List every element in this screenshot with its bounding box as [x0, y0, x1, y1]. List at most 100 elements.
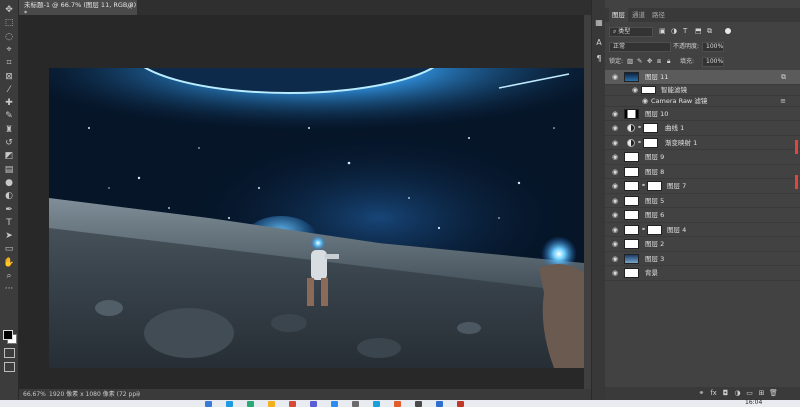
taskbar-app-icon[interactable] — [289, 401, 296, 407]
screen-mode-icon[interactable] — [4, 362, 15, 372]
filter-toggle[interactable] — [725, 28, 731, 34]
visibility-eye-icon[interactable]: ◉ — [641, 97, 649, 105]
camera-raw-filter-row[interactable]: ◉ Camera Raw 滤镜 ≡ — [605, 96, 800, 107]
path-select-tool-icon[interactable]: ➤ — [2, 230, 16, 242]
layer-name[interactable]: 图层 2 — [645, 237, 664, 251]
lock-position-icon[interactable]: ✥ — [647, 57, 652, 65]
visibility-eye-icon[interactable]: ◉ — [611, 110, 619, 118]
layer-filter-select[interactable]: ⌕ 类型 — [609, 27, 653, 37]
layer-row[interactable]: ◉ 背景 — [605, 266, 800, 281]
layer-name[interactable]: 背景 — [645, 266, 658, 280]
blur-tool-icon[interactable]: ● — [2, 177, 16, 189]
layer-thumbnail[interactable] — [624, 224, 639, 235]
layer-name[interactable]: 图层 3 — [645, 252, 664, 266]
visibility-eye-icon[interactable]: ◉ — [611, 226, 619, 234]
smart-filter-mask-thumbnail[interactable] — [641, 85, 656, 94]
layer-name[interactable]: 图层 11 — [645, 70, 668, 84]
rectangle-tool-icon[interactable]: ▭ — [2, 243, 16, 255]
visibility-eye-icon[interactable]: ◉ — [611, 168, 619, 176]
close-tab-icon[interactable]: × — [127, 3, 133, 11]
layer-row[interactable]: ◉ 图层 10 — [605, 107, 800, 121]
brush-tool-icon[interactable]: ✎ — [2, 110, 16, 122]
layer-row[interactable]: ◉ 图层 2 — [605, 237, 800, 252]
layer-thumbnail[interactable] — [624, 210, 639, 220]
document-tab[interactable]: 未标题-1 @ 66.7% (图层 11, RGB/8) * × — [19, 0, 137, 17]
zoom-level[interactable]: 66.67% — [23, 389, 46, 400]
type-tool-icon[interactable]: T — [2, 217, 16, 229]
tab-channels[interactable]: 通道 — [629, 8, 648, 22]
layer-mask-thumbnail[interactable] — [643, 123, 658, 133]
filter-pixel-icon[interactable]: ▣ — [659, 27, 666, 35]
scroll-gutter[interactable] — [584, 15, 591, 389]
marquee-tool-icon[interactable]: ⬚ — [2, 17, 16, 29]
layer-mask-thumbnail[interactable] — [647, 181, 662, 191]
gradient-tool-icon[interactable]: ▤ — [2, 164, 16, 176]
smart-filters-row[interactable]: ◉ 智能滤镜 — [605, 85, 800, 96]
fill-input[interactable]: 100% — [702, 57, 724, 67]
quick-select-tool-icon[interactable]: ⌖ — [2, 44, 16, 56]
layer-thumbnail[interactable] — [624, 108, 639, 119]
tab-paths[interactable]: 路径 — [649, 8, 668, 22]
frame-tool-icon[interactable]: ⊠ — [2, 71, 16, 83]
taskbar-app-icon[interactable] — [310, 401, 317, 407]
layer-row[interactable]: ◉ ⚭ 图层 4 — [605, 223, 800, 237]
taskbar-app-icon[interactable] — [436, 401, 443, 407]
clone-stamp-tool-icon[interactable]: ♜ — [2, 124, 16, 136]
layer-thumbnail[interactable] — [624, 195, 639, 206]
filter-options-icon[interactable]: ≡ — [780, 97, 786, 105]
filter-smart-object-icon[interactable]: ⧉ — [707, 27, 712, 36]
status-menu-arrow[interactable]: › — [137, 389, 139, 400]
history-brush-tool-icon[interactable]: ↺ — [2, 137, 16, 149]
tab-layers[interactable]: 图层 — [609, 8, 628, 22]
layer-thumbnail[interactable] — [624, 181, 639, 191]
taskbar-app-icon[interactable] — [268, 401, 275, 407]
taskbar-app-icon[interactable] — [247, 401, 254, 407]
dodge-tool-icon[interactable]: ◐ — [2, 190, 16, 202]
delete-layer-icon[interactable]: 🗑︎ — [769, 389, 778, 398]
taskbar-app-icon[interactable] — [226, 401, 233, 407]
layer-row[interactable]: ◉ 图层 5 — [605, 194, 800, 208]
layer-name[interactable]: 图层 7 — [667, 179, 686, 193]
layer-row[interactable]: ◉ ⚭ 曲线 1 — [605, 121, 800, 136]
layer-thumbnail[interactable] — [624, 268, 639, 278]
layer-mask-thumbnail[interactable] — [647, 224, 662, 235]
lock-transparency-icon[interactable]: ▨ — [627, 57, 633, 65]
crop-tool-icon[interactable]: ⌗ — [2, 57, 16, 69]
layer-row[interactable]: ◉ 图层 11 ⧉ — [605, 70, 800, 85]
visibility-eye-icon[interactable]: ◉ — [611, 240, 619, 248]
visibility-eye-icon[interactable]: ◉ — [611, 255, 619, 263]
history-panel-icon[interactable]: ▦ — [594, 18, 604, 28]
more-tools-icon[interactable]: ··· — [2, 283, 16, 295]
move-tool-icon[interactable]: ✥ — [2, 4, 16, 16]
layer-row[interactable]: ◉ ⚭ 渐变映射 1 — [605, 136, 800, 150]
paragraph-panel-icon[interactable]: ¶ — [594, 54, 604, 64]
layer-name[interactable]: 图层 5 — [645, 194, 664, 208]
quick-mask-icon[interactable] — [4, 348, 15, 358]
layer-row[interactable]: ◉ 图层 3 — [605, 252, 800, 266]
visibility-eye-icon[interactable]: ◉ — [611, 197, 619, 205]
visibility-eye-icon[interactable]: ◉ — [631, 86, 639, 94]
visibility-eye-icon[interactable]: ◉ — [611, 73, 619, 81]
filter-type-icon[interactable]: T — [683, 27, 687, 35]
taskbar-app-icon[interactable] — [352, 401, 359, 407]
layer-row[interactable]: ◉ ⚭ 图层 7 — [605, 179, 800, 194]
layer-style-icon[interactable]: fx — [709, 389, 718, 398]
lock-pixels-icon[interactable]: ✎ — [637, 57, 642, 65]
mask-link-icon[interactable]: ⚭ — [641, 226, 646, 233]
visibility-eye-icon[interactable]: ◉ — [611, 139, 619, 147]
mask-link-icon[interactable]: ⚭ — [641, 182, 646, 189]
mask-link-icon[interactable]: ⚭ — [637, 124, 642, 131]
pen-tool-icon[interactable]: ✒ — [2, 204, 16, 216]
opacity-input[interactable]: 100% — [702, 42, 724, 52]
lock-artboard-icon[interactable]: ⧈ — [657, 57, 661, 66]
taskbar-app-icon[interactable] — [415, 401, 422, 407]
taskbar-app-icon[interactable] — [457, 401, 464, 407]
layer-thumbnail[interactable] — [624, 166, 639, 177]
filter-shape-icon[interactable]: ⬒ — [695, 27, 702, 35]
layer-thumbnail[interactable] — [624, 239, 639, 249]
taskbar-app-icon[interactable] — [205, 401, 212, 407]
eraser-tool-icon[interactable]: ◩ — [2, 150, 16, 162]
document-canvas[interactable] — [49, 68, 584, 368]
filter-adjustment-icon[interactable]: ◑ — [671, 27, 677, 35]
layer-row[interactable]: ◉ 图层 9 — [605, 150, 800, 165]
